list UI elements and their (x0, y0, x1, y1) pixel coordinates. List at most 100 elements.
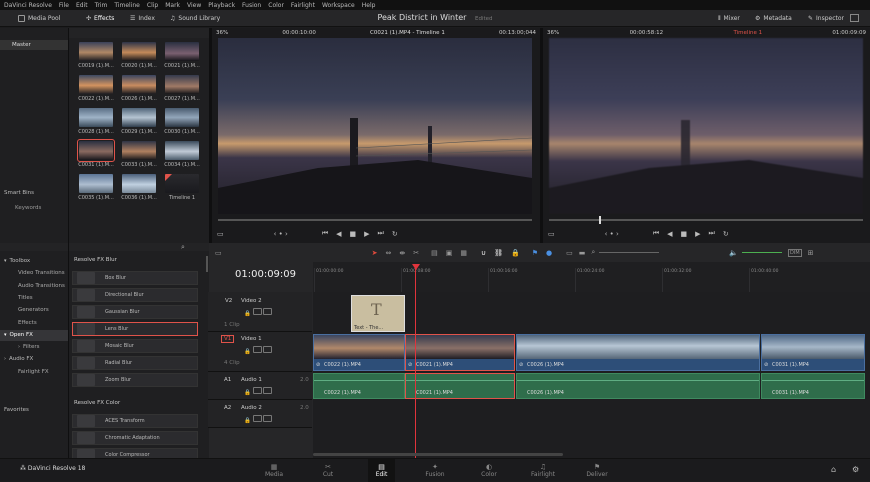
fx-tree-item[interactable]: Titles (0, 293, 68, 304)
timeline-ruler[interactable]: 01:00:00:00 01:00:08:00 01:00:16:00 01:00:2… (313, 262, 870, 292)
volume-slider[interactable] (742, 252, 783, 253)
fx-tree-item[interactable]: Effects (0, 318, 68, 329)
source-zoom[interactable]: 36% (216, 30, 228, 36)
timeline-display-mode-icon[interactable]: ▭ (548, 230, 555, 238)
media-thumbnail[interactable] (79, 42, 113, 61)
source-scrubber[interactable] (218, 219, 532, 221)
media-thumbnail[interactable] (79, 174, 113, 193)
source-loop-icon[interactable]: ↻ (392, 230, 398, 238)
fx-item[interactable]: Chromatic Adaptation (72, 431, 198, 445)
fx-tree-item[interactable]: ▾ Open FX (0, 329, 68, 341)
search-icon[interactable]: ⌕ (181, 243, 185, 252)
metadata-button[interactable]: ⚙ Metadata (755, 10, 792, 27)
dim-button[interactable]: DIM (788, 248, 802, 257)
timeline-first-frame-icon[interactable]: ⏮ (653, 229, 659, 238)
video-clip[interactable]: C0021 (1).MP4 ⊘ (405, 334, 515, 371)
fx-item[interactable]: Directional Blur (72, 288, 198, 302)
fx-item[interactable]: Gaussian Blur (72, 305, 198, 319)
source-reverse-icon[interactable]: ◀ (336, 230, 341, 238)
playhead-handle[interactable] (412, 264, 420, 270)
fx-item[interactable]: Mosaic Blur (72, 339, 198, 353)
flag-icon[interactable]: ⚑ (532, 249, 538, 257)
menu-item[interactable]: Clip (147, 2, 158, 9)
menu-item[interactable]: Color (268, 2, 284, 9)
timeline-layout-icon[interactable]: ▭ (215, 249, 222, 257)
source-play-icon[interactable]: ▶ (364, 230, 369, 238)
timeline-jog-icon[interactable]: ‹ • › (605, 230, 619, 238)
menu-item[interactable]: Trim (95, 2, 108, 9)
fx-item[interactable]: ACES Transform (72, 414, 198, 428)
zoom-detail-icon[interactable]: ▬ (579, 249, 586, 257)
fx-item[interactable]: Box Blur (72, 271, 198, 285)
timeline-name[interactable]: Timeline 1 (733, 30, 762, 36)
timeline-reverse-icon[interactable]: ◀ (667, 230, 672, 238)
video-clip[interactable]: C0031 (1).MP4 ⊘ (761, 334, 865, 371)
a1-controls[interactable]: 🔒 (244, 387, 273, 396)
v1-controls[interactable]: 🔒 (244, 346, 273, 355)
settings-icon[interactable]: ⚙ (852, 465, 859, 474)
zoom-custom-icon[interactable]: ⌕ (591, 248, 595, 257)
timeline-scrollbar[interactable] (313, 453, 563, 456)
menu-item[interactable]: Timeline (114, 2, 140, 9)
fx-item[interactable]: Lens Blur (72, 322, 198, 336)
media-thumbnail[interactable] (122, 174, 156, 193)
keywords-bin[interactable]: Keywords (15, 205, 41, 211)
trim-tool-icon[interactable]: ⇔ (386, 249, 392, 257)
page-tab-color[interactable]: ◐ Color (462, 459, 516, 482)
timeline-loop-icon[interactable]: ↻ (723, 230, 729, 238)
home-icon[interactable]: ⌂ (831, 465, 836, 474)
video-clip[interactable]: C0026 (1).MP4 ⊘ (516, 334, 760, 371)
v1-target[interactable]: V1 (221, 335, 235, 343)
mixer-button[interactable]: ⫴ Mixer (718, 10, 740, 27)
fx-item[interactable]: Zoom Blur (72, 373, 198, 387)
menu-item[interactable]: DaVinci Resolve (4, 2, 52, 9)
timeline-options-icon[interactable]: ⊞ (808, 249, 814, 257)
menu-item[interactable]: Edit (76, 2, 88, 9)
source-last-frame-icon[interactable]: ⏭ (378, 229, 384, 238)
timeline-play-icon[interactable]: ▶ (695, 230, 700, 238)
fx-tree-item[interactable]: › Filters (0, 342, 68, 353)
media-thumbnail[interactable] (79, 75, 113, 94)
insert-clip-icon[interactable]: ▤ (431, 249, 438, 257)
page-tab-cut[interactable]: ✂ Cut (301, 459, 355, 482)
fx-tree-item[interactable]: ▾ Toolbox (0, 256, 68, 267)
page-tab-fairlight[interactable]: ♫ Fairlight (516, 459, 570, 482)
a2-controls[interactable]: 🔒 (244, 415, 273, 424)
fx-item[interactable]: Radial Blur (72, 356, 198, 370)
menu-item[interactable]: Workspace (322, 2, 355, 9)
timeline-stop-icon[interactable]: ■ (681, 230, 688, 238)
media-thumbnail[interactable] (165, 75, 199, 94)
overwrite-clip-icon[interactable]: ▣ (446, 249, 453, 257)
audio-clip[interactable]: C0021 (1).MP4 (405, 373, 515, 399)
audio-clip[interactable]: C0022 (1).MP4 (313, 373, 405, 399)
linked-selection-icon[interactable]: ⛓ (494, 249, 503, 257)
dynamic-trim-icon[interactable]: ⇼ (399, 249, 405, 257)
media-thumbnail[interactable] (122, 141, 156, 160)
audio-clip[interactable]: C0031 (1).MP4 (761, 373, 865, 399)
media-thumbnail[interactable] (122, 42, 156, 61)
video-clip[interactable]: C0022 (1).MP4 ⊘ (313, 334, 405, 371)
menu-item[interactable]: Playback (208, 2, 235, 9)
selection-tool-icon[interactable]: ➤ (372, 249, 378, 257)
menu-item[interactable]: Fusion (242, 2, 261, 9)
menu-item[interactable]: File (59, 2, 69, 9)
timeline-last-frame-icon[interactable]: ⏭ (709, 229, 715, 238)
media-thumbnail[interactable] (79, 108, 113, 127)
media-thumbnail[interactable] (165, 141, 199, 160)
maximize-icon[interactable] (850, 14, 859, 22)
timeline-scrubber[interactable] (549, 219, 863, 221)
inspector-button[interactable]: ✎ Inspector (808, 10, 844, 27)
zoom-slider[interactable] (599, 252, 660, 253)
page-tab-edit[interactable]: ▤ Edit (368, 459, 395, 482)
source-jog-icon[interactable]: ‹ • › (274, 230, 288, 238)
fx-tree-item[interactable]: › Audio FX (0, 354, 68, 365)
speaker-icon[interactable]: 🔈 (729, 249, 738, 257)
media-thumbnail[interactable] (165, 108, 199, 127)
source-stop-icon[interactable]: ■ (350, 230, 357, 238)
media-thumbnail[interactable] (122, 75, 156, 94)
timeline-zoom[interactable]: 36% (547, 30, 559, 36)
title-clip[interactable]: T Text - The... (351, 295, 405, 332)
fx-tree-item[interactable]: Video Transitions (0, 268, 68, 279)
fx-scrollbar[interactable] (206, 256, 208, 272)
zoom-full-icon[interactable]: ▭ (566, 249, 573, 257)
